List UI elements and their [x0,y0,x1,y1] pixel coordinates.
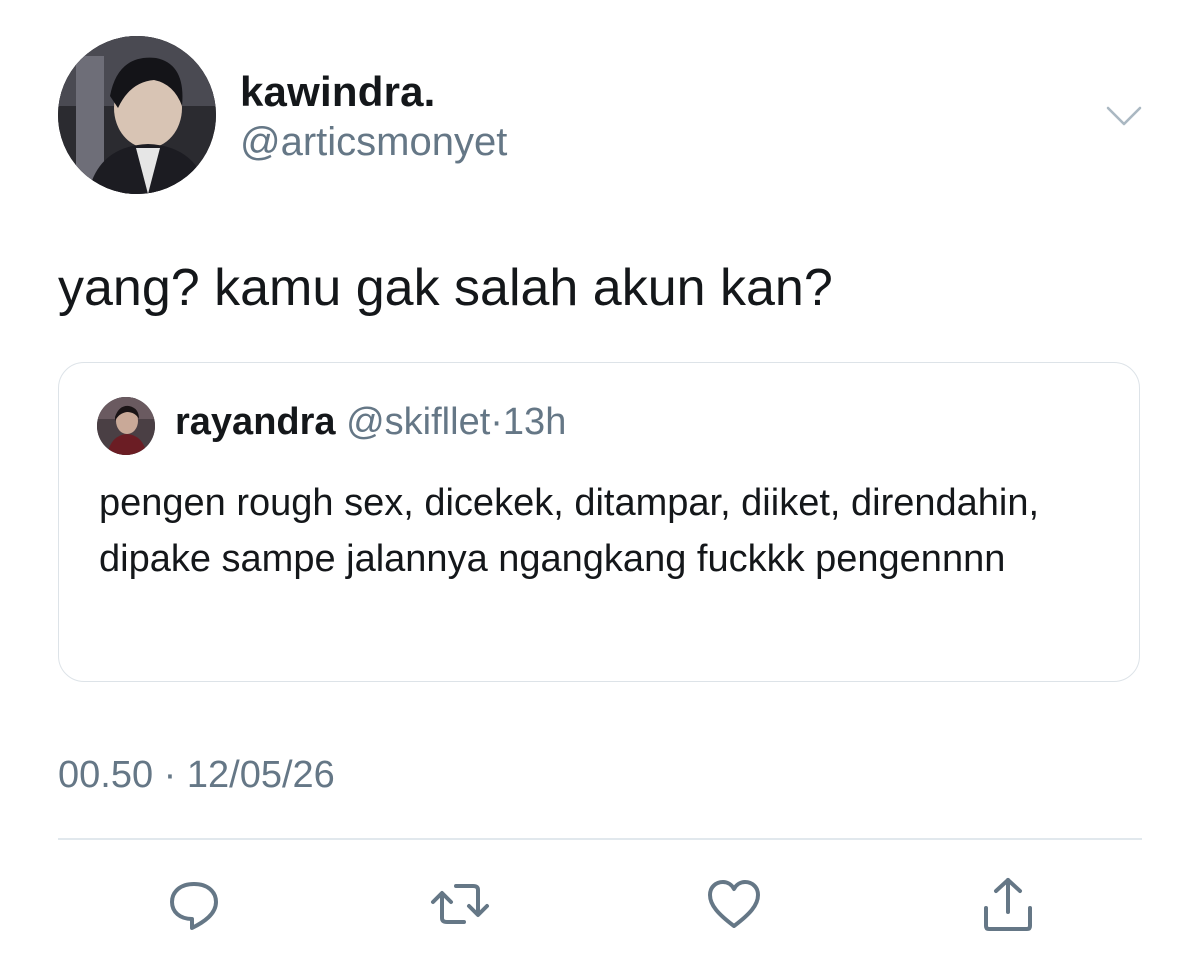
quoted-time: 13h [502,401,567,443]
author-handle[interactable]: @articsmonyet [240,120,507,165]
quoted-author-avatar[interactable] [97,397,155,455]
retweet-icon[interactable] [428,872,492,936]
quoted-tweet-text: pengen rough sex, dicekek, ditampar, dii… [99,482,1040,580]
author-display-name[interactable]: kawindra. [240,68,436,116]
tweet-timestamp[interactable]: 00.50 · 12/05/26 [58,754,335,797]
author-avatar-photo [58,36,216,194]
share-icon[interactable] [976,872,1040,936]
quoted-tweet-header: rayandra @skifllet·13h [175,401,566,444]
quoted-handle[interactable]: @skifllet [346,401,490,443]
like-icon[interactable] [702,872,766,936]
chevron-down-icon[interactable] [1102,100,1146,130]
quoted-tweet-card[interactable]: rayandra @skifllet·13h pengen rough sex,… [58,362,1140,682]
divider [58,838,1142,840]
tweet-text: yang? kamu gak salah akun kan? [58,259,833,317]
reply-icon[interactable] [162,872,226,936]
quoted-separator: · [490,401,503,443]
quoted-avatar-photo [97,397,155,455]
quoted-display-name[interactable]: rayandra [175,401,336,443]
author-avatar[interactable] [58,36,216,194]
